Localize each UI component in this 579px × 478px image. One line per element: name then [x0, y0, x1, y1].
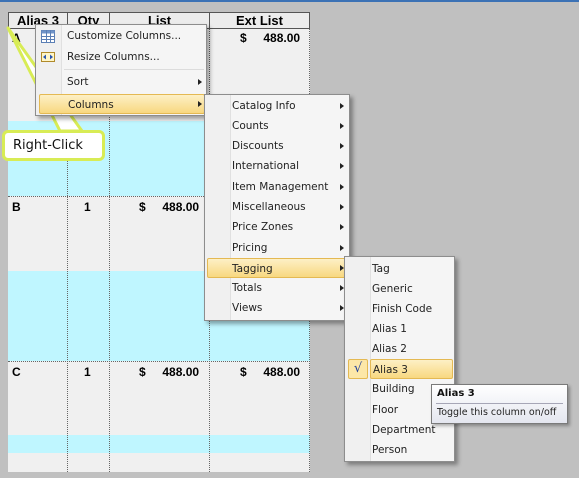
menu-separator: [64, 69, 204, 70]
cell-list[interactable]: $ 488.00: [139, 365, 199, 379]
submenu-arrow-icon: [340, 143, 344, 149]
cell-qty[interactable]: 1: [84, 365, 91, 379]
menu-item-international[interactable]: International: [228, 156, 348, 176]
cell-qty[interactable]: 1: [84, 200, 91, 214]
menu-item-price-zones[interactable]: Price Zones: [228, 217, 348, 237]
right-click-callout: Right-Click: [2, 130, 105, 161]
menu-item-totals[interactable]: Totals: [228, 278, 348, 298]
columns-submenu: Catalog Info Counts Discounts Internatio…: [204, 94, 350, 321]
menu-item-person[interactable]: Person: [368, 440, 453, 460]
table-grid-icon: [41, 30, 55, 43]
cell-ext-list[interactable]: $ 488.00: [240, 365, 300, 379]
submenu-arrow-icon: [340, 123, 344, 129]
tooltip-divider: [436, 403, 563, 404]
tagging-submenu: Tag Generic Finish Code Alias 1 Alias 2 …: [344, 256, 455, 462]
menu-item-pricing[interactable]: Pricing: [228, 238, 348, 258]
context-menu: Customize Columns... Resize Columns... S…: [35, 24, 207, 116]
menu-item-customize-columns[interactable]: Customize Columns...: [63, 26, 206, 46]
row-d-band: [8, 453, 310, 472]
submenu-arrow-icon: [340, 103, 344, 109]
cell-list[interactable]: $ 488.00: [139, 200, 199, 214]
menu-item-catalog-info[interactable]: Catalog Info: [228, 96, 348, 116]
menu-item-tagging[interactable]: Tagging: [207, 258, 348, 278]
menu-item-columns[interactable]: Columns: [39, 94, 205, 114]
column-header-ext-list[interactable]: Ext List: [209, 12, 310, 29]
cell-ext-list[interactable]: $ 488.00: [240, 31, 300, 45]
menu-item-alias-2[interactable]: Alias 2: [368, 339, 453, 359]
submenu-arrow-icon: [198, 101, 202, 107]
submenu-arrow-icon: [340, 245, 344, 251]
menu-item-miscellaneous[interactable]: Miscellaneous: [228, 197, 348, 217]
submenu-arrow-icon: [198, 79, 202, 85]
menu-item-finish-code[interactable]: Finish Code: [368, 299, 453, 319]
submenu-arrow-icon: [340, 204, 344, 210]
checkmark-icon: √: [348, 359, 368, 379]
cell-alias[interactable]: B: [12, 200, 21, 214]
menu-item-counts[interactable]: Counts: [228, 116, 348, 136]
row-c-subband: [8, 435, 310, 453]
menu-item-resize-columns[interactable]: Resize Columns...: [63, 47, 206, 67]
submenu-arrow-icon: [340, 184, 344, 190]
cell-alias[interactable]: C: [12, 365, 21, 379]
submenu-arrow-icon: [340, 163, 344, 169]
menu-item-sort[interactable]: Sort: [63, 72, 206, 92]
menu-item-alias-1[interactable]: Alias 1: [368, 319, 453, 339]
application-window: Alias 3 Qty List Ext List A $ 488.00 B 1…: [0, 0, 579, 478]
menu-item-item-management[interactable]: Item Management: [228, 177, 348, 197]
resize-columns-icon: [41, 52, 55, 62]
menu-item-alias-3[interactable]: Alias 3: [370, 359, 453, 379]
menu-item-generic[interactable]: Generic: [368, 279, 453, 299]
callout-label: Right-Click: [13, 138, 83, 153]
menu-item-discounts[interactable]: Discounts: [228, 136, 348, 156]
menu-item-views[interactable]: Views: [228, 298, 348, 318]
submenu-arrow-icon: [340, 224, 344, 230]
tooltip-title: Alias 3: [437, 388, 475, 399]
tooltip-text: Toggle this column on/off: [437, 407, 557, 418]
tooltip: Alias 3 Toggle this column on/off: [431, 384, 568, 424]
row-divider: [8, 361, 310, 362]
menu-item-tag[interactable]: Tag: [368, 259, 453, 279]
